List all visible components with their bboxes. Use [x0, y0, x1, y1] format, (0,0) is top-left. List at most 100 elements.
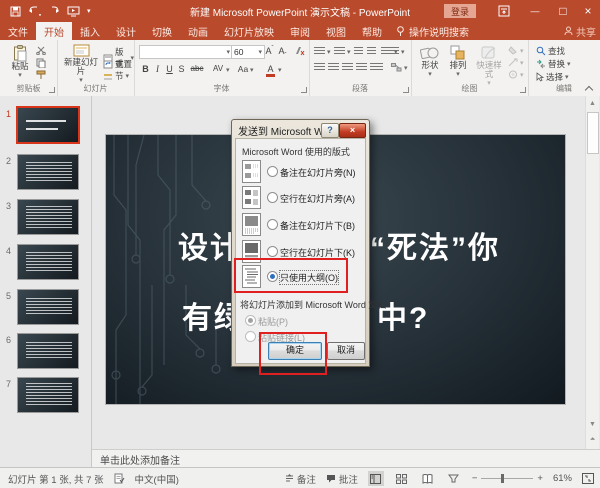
slide-thumbnail-2[interactable] — [18, 155, 78, 189]
tab-transitions[interactable]: 切换 — [144, 22, 180, 40]
shapes-button[interactable]: 形状 ▾ — [417, 45, 443, 79]
scroll-up-button[interactable]: ▲ — [587, 97, 598, 109]
shape-effects-button[interactable]: ▾ — [508, 70, 524, 79]
find-button[interactable]: 查找 — [536, 45, 565, 57]
dialog-close-button[interactable]: × — [339, 123, 366, 138]
option-notes-below-label[interactable]: 备注在幻灯片下(B) — [280, 219, 355, 232]
collapse-ribbon-button[interactable] — [586, 84, 592, 90]
replace-button[interactable]: 替换 ▾ — [536, 58, 571, 70]
tab-file[interactable]: 文件 — [0, 22, 36, 40]
radio-notes-below[interactable] — [267, 219, 278, 230]
underline-button[interactable]: U — [164, 64, 175, 74]
select-button[interactable]: 选择 ▾ — [536, 71, 569, 83]
numbering-button[interactable]: ▾ — [334, 47, 351, 56]
zoom-slider[interactable] — [481, 474, 534, 483]
font-dialog-launcher[interactable] — [301, 87, 307, 93]
align-right-button[interactable] — [342, 63, 353, 72]
notes-toggle-button[interactable]: 备注 — [285, 472, 316, 486]
share-button[interactable]: 共享 — [564, 22, 596, 40]
slide-title-line1-right[interactable]: “死法”你 — [370, 223, 500, 267]
justify-button[interactable] — [356, 63, 367, 72]
copy-button[interactable] — [36, 58, 46, 68]
tell-me-search[interactable]: 操作说明搜索 — [390, 22, 475, 40]
save-button[interactable] — [10, 6, 21, 17]
reset-button[interactable]: 重置 — [103, 58, 132, 70]
option-notes-beside-label[interactable]: 备注在幻灯片旁(N) — [280, 166, 356, 179]
tab-review[interactable]: 审阅 — [282, 22, 318, 40]
change-case-button[interactable]: Aa — [236, 64, 250, 74]
dialog-help-button[interactable]: ? — [321, 123, 339, 138]
align-center-button[interactable] — [328, 63, 339, 72]
zoom-level-button[interactable]: 61% — [553, 473, 572, 484]
slide-thumbnail-1[interactable] — [18, 108, 78, 142]
customize-qat-button[interactable]: ▾ — [87, 7, 91, 15]
arrange-button[interactable]: 排列 ▾ — [445, 45, 471, 79]
slide-thumbnail-3[interactable] — [18, 200, 78, 234]
zoom-out-button[interactable]: − — [472, 473, 478, 484]
proofing-button[interactable] — [114, 473, 125, 484]
columns-button[interactable] — [370, 63, 383, 72]
radio-notes-beside[interactable] — [267, 166, 278, 177]
minimize-button[interactable]: — — [520, 0, 550, 22]
tab-view[interactable]: 视图 — [318, 22, 354, 40]
new-slide-button[interactable]: 新建幻灯片 ▾ — [63, 44, 99, 85]
slide-sorter-view-button[interactable] — [394, 471, 410, 486]
radio-blank-beside[interactable] — [267, 192, 278, 203]
drawing-dialog-launcher[interactable] — [520, 87, 526, 93]
scrollbar-thumb[interactable] — [587, 112, 599, 154]
font-color-button[interactable]: A — [266, 64, 275, 77]
decrease-indent-button[interactable] — [354, 47, 363, 56]
paste-option-label[interactable]: 粘贴(P) — [258, 315, 288, 328]
strikethrough-button[interactable]: abc — [188, 64, 206, 73]
character-spacing-button[interactable]: AV — [210, 64, 226, 73]
comments-toggle-button[interactable]: 批注 — [326, 472, 358, 486]
slide-thumbnail-4[interactable] — [18, 245, 78, 279]
clear-formatting-button[interactable] — [294, 46, 305, 56]
tab-help[interactable]: 帮助 — [354, 22, 390, 40]
tab-animations[interactable]: 动画 — [180, 22, 216, 40]
shape-outline-button[interactable]: ▾ — [508, 58, 524, 67]
radio-paste[interactable] — [245, 315, 256, 326]
increase-indent-button[interactable] — [367, 47, 376, 56]
radio-paste-link[interactable] — [245, 331, 256, 342]
ribbon-display-options-button[interactable] — [492, 0, 516, 22]
redo-button[interactable] — [49, 6, 60, 16]
text-direction-button[interactable]: ▾ — [391, 47, 405, 56]
align-left-button[interactable] — [314, 63, 325, 72]
scroll-down-button[interactable]: ▼ — [587, 418, 598, 430]
signin-button[interactable]: 登录 — [444, 4, 476, 18]
bold-button[interactable]: B — [140, 64, 151, 74]
fit-slide-button[interactable] — [582, 473, 594, 484]
cancel-button[interactable]: 取消 — [327, 342, 365, 360]
format-painter-button[interactable] — [36, 70, 46, 80]
tab-slideshow[interactable]: 幻灯片放映 — [216, 22, 282, 40]
cut-button[interactable] — [36, 46, 46, 55]
previous-slide-button[interactable]: ⏶ — [587, 434, 598, 446]
zoom-slider-thumb[interactable] — [501, 474, 505, 483]
slide-thumbnail-7[interactable] — [18, 378, 78, 412]
font-name-combo[interactable]: ▾ — [139, 45, 233, 59]
quick-styles-button[interactable]: 快速样式 ▾ — [473, 45, 505, 88]
radio-blank-below[interactable] — [267, 246, 278, 257]
undo-button[interactable] — [28, 6, 42, 16]
notes-pane[interactable]: 单击此处添加备注 — [92, 449, 600, 468]
clipboard-dialog-launcher[interactable] — [49, 87, 55, 93]
slide-thumbnail-6[interactable] — [18, 334, 78, 368]
increase-font-button[interactable]: Aˆ — [264, 46, 275, 56]
normal-view-button[interactable] — [367, 471, 384, 486]
bullets-button[interactable]: ▾ — [314, 47, 331, 56]
language-button[interactable]: 中文(中国) — [135, 472, 179, 486]
font-size-combo[interactable]: 60 ▾ — [231, 45, 265, 59]
window-close-button[interactable]: × — [576, 0, 600, 22]
start-slideshow-button[interactable] — [67, 6, 80, 17]
option-blank-beside-label[interactable]: 空行在幻灯片旁(A) — [280, 192, 355, 205]
paragraph-dialog-launcher[interactable] — [403, 87, 409, 93]
section-button[interactable]: 节 ▾ — [103, 70, 129, 82]
slide-thumbnail-5[interactable] — [18, 290, 78, 324]
slideshow-view-button[interactable] — [446, 471, 462, 486]
tab-design[interactable]: 设计 — [108, 22, 144, 40]
reading-view-button[interactable] — [420, 471, 436, 486]
shape-fill-button[interactable]: ▾ — [508, 46, 524, 55]
decrease-font-button[interactable]: Aˇ — [277, 46, 288, 59]
maximize-button[interactable]: □ — [548, 0, 578, 22]
